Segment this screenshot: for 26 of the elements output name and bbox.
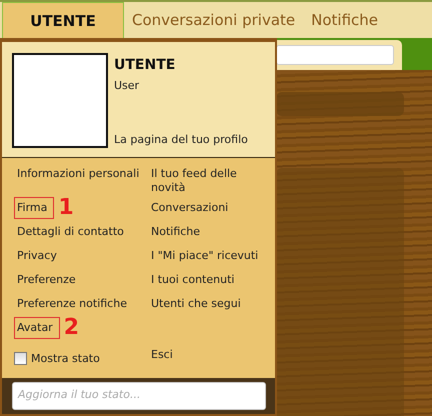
nav-tab[interactable]: Conversazioni private (124, 2, 304, 38)
menu-item[interactable]: I tuoi contenuti (148, 270, 238, 290)
profile-link[interactable]: La pagina del tuo profilo (114, 133, 265, 146)
user-role: User (114, 79, 140, 92)
menu-item[interactable]: Preferenze (14, 270, 79, 290)
nav-tab[interactable]: Notifiche (303, 2, 386, 38)
logout-link[interactable]: Esci (148, 348, 176, 368)
status-field[interactable]: Aggiorna il tuo stato... (12, 382, 266, 410)
menu-item[interactable]: Avatar (14, 317, 60, 339)
menu-item[interactable]: Privacy (14, 246, 60, 266)
annotation-number: 2 (64, 318, 80, 338)
menu-item[interactable]: Preferenze notifiche (14, 294, 130, 314)
menu-item[interactable]: Firma (14, 197, 54, 219)
menu-item[interactable]: I "Mi piace" ricevuti (148, 246, 262, 266)
menu-item[interactable]: Notifiche (148, 222, 204, 242)
checkbox[interactable] (14, 352, 27, 364)
checkbox-label: Mostra stato (31, 352, 100, 364)
user-name: UTENTE (114, 57, 176, 73)
menu-item[interactable]: Il tuo feed delle novità (148, 164, 274, 198)
menu-item[interactable]: Conversazioni (148, 198, 232, 218)
menu-item[interactable]: Dettagli di contatto (14, 222, 127, 242)
search-field[interactable] (276, 45, 394, 65)
menu-item[interactable]: Informazioni personali (14, 164, 142, 184)
annotation-number: 1 (58, 198, 74, 218)
nav-tab[interactable]: UTENTE (2, 2, 124, 38)
menu-item[interactable]: Utenti che segui (148, 294, 244, 314)
